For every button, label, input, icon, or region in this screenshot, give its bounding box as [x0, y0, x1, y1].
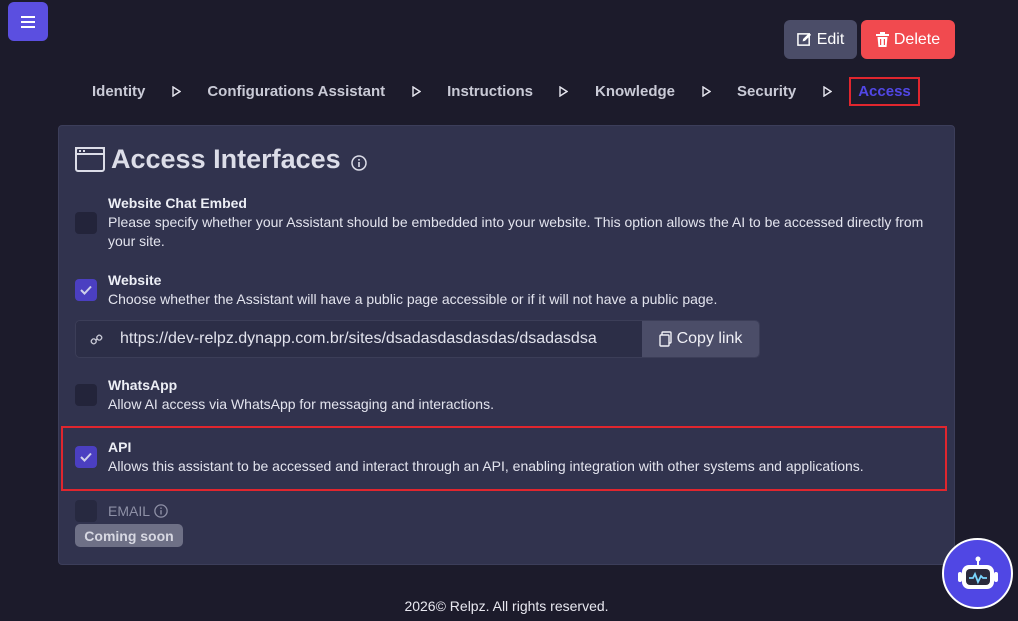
checkbox-email	[75, 500, 97, 522]
step-security[interactable]: Security	[737, 83, 796, 100]
step-separator	[675, 85, 737, 97]
option-text: WhatsApp Allow AI access via WhatsApp fo…	[108, 376, 494, 414]
option-title: WhatsApp	[108, 377, 178, 393]
option-title: Website	[108, 272, 162, 288]
option-text: API Allows this assistant to be accessed…	[108, 438, 864, 476]
chat-bot-button[interactable]	[942, 538, 1013, 609]
option-description: Allow AI access via WhatsApp for messagi…	[108, 396, 494, 412]
coming-soon-badge: Coming soon	[75, 524, 183, 547]
step-knowledge[interactable]: Knowledge	[595, 83, 675, 100]
play-outline-icon	[823, 85, 832, 97]
email-label: EMAIL	[108, 503, 151, 519]
edit-label: Edit	[816, 30, 845, 48]
access-interfaces-card: Access Interfaces Website Chat Embed Ple…	[58, 125, 955, 565]
top-actions: Edit Delete	[784, 20, 955, 59]
step-separator	[145, 85, 207, 97]
option-description: Allows this assistant to be accessed and…	[108, 458, 864, 474]
play-outline-icon	[559, 85, 569, 97]
stepper-nav: Identity Configurations Assistant Instru…	[92, 75, 920, 107]
trash-icon	[875, 32, 889, 47]
card-title: Access Interfaces	[111, 144, 341, 174]
checkbox-whatsapp[interactable]	[75, 384, 97, 406]
robot-icon	[957, 556, 998, 589]
option-api: API Allows this assistant to be accessed…	[75, 438, 864, 476]
option-email: EMAIL	[75, 500, 168, 522]
link-icon-wrap	[76, 321, 116, 357]
delete-button[interactable]: Delete	[861, 20, 955, 59]
info-icon[interactable]	[350, 154, 367, 171]
option-description: Choose whether the Assistant will have a…	[108, 291, 718, 307]
step-instructions[interactable]: Instructions	[447, 83, 533, 100]
play-outline-icon	[172, 85, 181, 97]
checkbox-api[interactable]	[75, 446, 97, 468]
browser-window-icon	[75, 147, 105, 172]
edit-icon	[796, 32, 811, 46]
copy-icon	[658, 331, 672, 347]
play-outline-icon	[411, 85, 421, 97]
check-icon	[80, 285, 92, 295]
card-header: Access Interfaces	[75, 144, 367, 175]
option-website: Website Choose whether the Assistant wil…	[75, 271, 717, 309]
checkbox-website[interactable]	[75, 279, 97, 301]
public-link-field[interactable]: https://dev-relpz.dynapp.com.br/sites/ds…	[116, 321, 642, 357]
info-icon[interactable]	[154, 504, 168, 518]
check-icon	[80, 452, 92, 462]
step-configurations-assistant[interactable]: Configurations Assistant	[207, 83, 385, 100]
email-label-wrap: EMAIL	[108, 503, 168, 519]
copy-link-button[interactable]: Copy link	[642, 321, 759, 357]
menu-button[interactable]	[8, 2, 48, 41]
copy-link-label: Copy link	[676, 330, 743, 347]
delete-label: Delete	[893, 30, 941, 48]
step-separator	[533, 85, 595, 97]
option-text: Website Chat Embed Please specify whethe…	[108, 194, 928, 251]
step-identity[interactable]: Identity	[92, 83, 145, 100]
option-whatsapp: WhatsApp Allow AI access via WhatsApp fo…	[75, 376, 494, 414]
edit-button[interactable]: Edit	[784, 20, 857, 59]
option-description: Please specify whether your Assistant sh…	[108, 214, 924, 249]
option-title: Website Chat Embed	[108, 195, 247, 211]
option-website-chat-embed: Website Chat Embed Please specify whethe…	[75, 194, 928, 251]
option-text: Website Choose whether the Assistant wil…	[108, 271, 717, 309]
footer-text: 2026© Relpz. All rights reserved.	[404, 598, 609, 614]
step-access[interactable]: Access	[849, 76, 920, 106]
play-outline-icon	[701, 85, 711, 97]
public-link-group: https://dev-relpz.dynapp.com.br/sites/ds…	[75, 320, 760, 358]
hamburger-icon	[21, 15, 35, 28]
link-icon	[90, 333, 102, 345]
step-separator	[385, 85, 447, 97]
option-title: API	[108, 439, 132, 455]
checkbox-website-chat-embed[interactable]	[75, 212, 97, 234]
